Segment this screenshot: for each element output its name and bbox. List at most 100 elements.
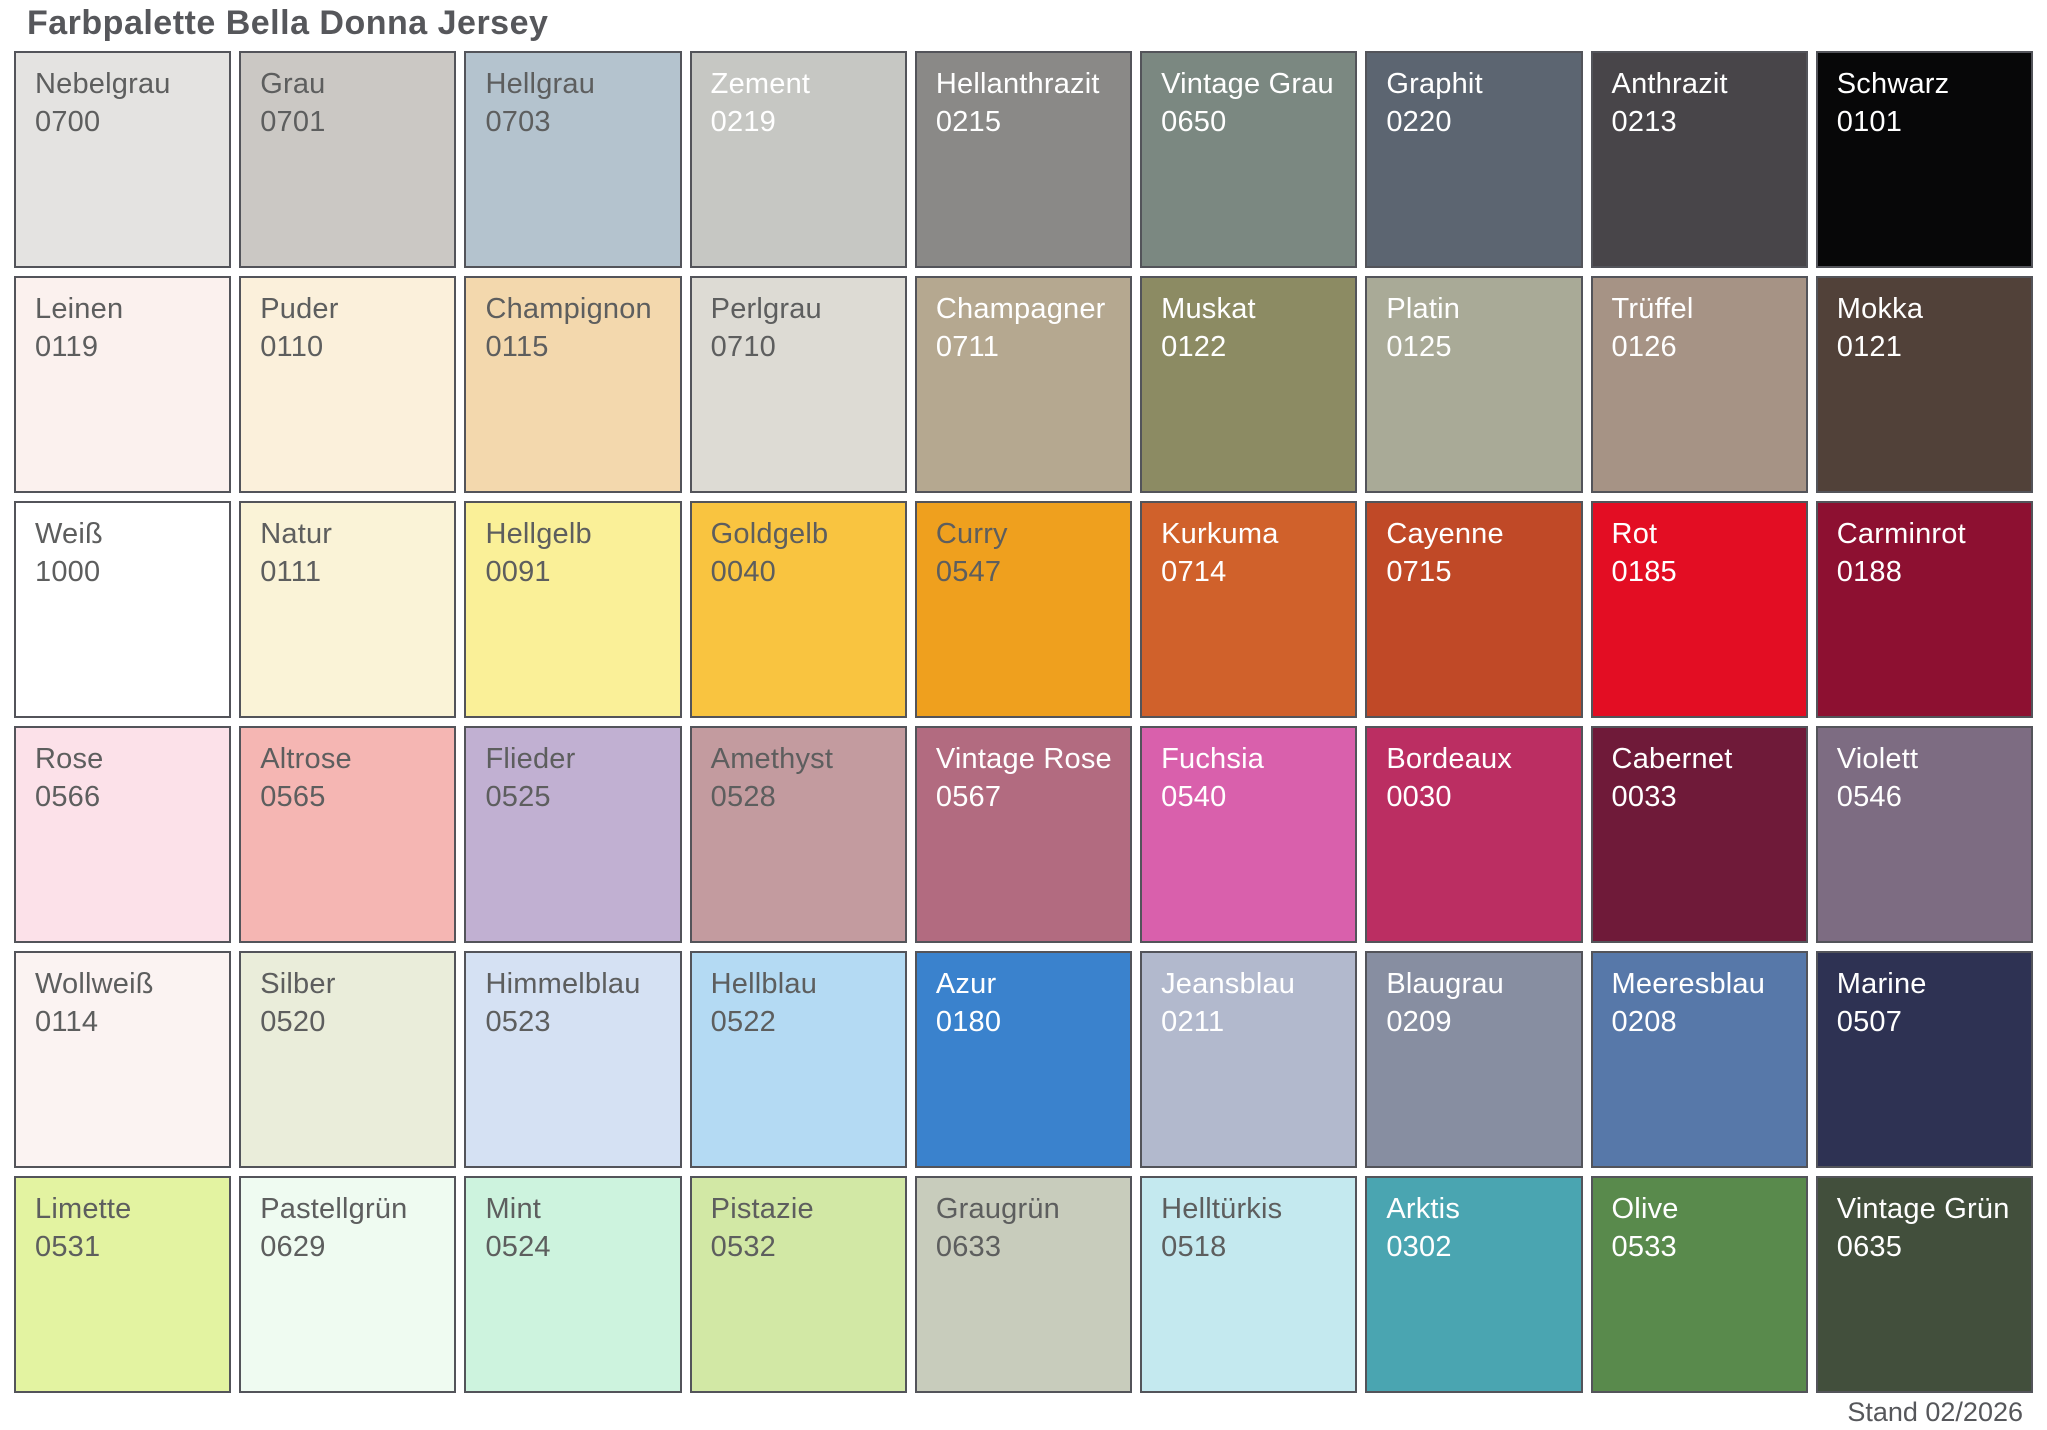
swatch-name: Bordeaux [1386, 740, 1578, 778]
swatch-schwarz: Schwarz0101 [1816, 51, 2033, 268]
swatch-fuchsia: Fuchsia0540 [1140, 726, 1357, 943]
swatch-name: Pistazie [711, 1190, 903, 1228]
swatch-code: 0533 [1612, 1228, 1804, 1266]
swatch-trueffel: Trüffel0126 [1591, 276, 1808, 493]
swatch-code: 0711 [936, 328, 1128, 366]
swatch-kurkuma: Kurkuma0714 [1140, 501, 1357, 718]
swatch-vintage-gruen: Vintage Grün0635 [1816, 1176, 2033, 1393]
swatch-name: Mint [485, 1190, 677, 1228]
swatch-name: Azur [936, 965, 1128, 1003]
swatch-flieder: Flieder0525 [464, 726, 681, 943]
swatch-name: Cayenne [1386, 515, 1578, 553]
swatch-code: 0518 [1161, 1228, 1353, 1266]
swatch-code: 0211 [1161, 1003, 1353, 1041]
swatch-mokka: Mokka0121 [1816, 276, 2033, 493]
swatch-code: 0121 [1837, 328, 2029, 366]
swatch-code: 0101 [1837, 103, 2029, 141]
swatch-code: 0114 [35, 1003, 227, 1041]
swatch-code: 0635 [1837, 1228, 2029, 1266]
swatch-code: 0531 [35, 1228, 227, 1266]
swatch-name: Blaugrau [1386, 965, 1578, 1003]
swatch-name: Helltürkis [1161, 1190, 1353, 1228]
swatch-limette: Limette0531 [14, 1176, 231, 1393]
swatch-name: Kurkuma [1161, 515, 1353, 553]
swatch-name: Altrose [260, 740, 452, 778]
swatch-name: Jeansblau [1161, 965, 1353, 1003]
swatch-name: Violett [1837, 740, 2029, 778]
swatch-olive: Olive0533 [1591, 1176, 1808, 1393]
swatch-name: Nebelgrau [35, 65, 227, 103]
swatch-code: 0213 [1612, 103, 1804, 141]
swatch-name: Zement [711, 65, 903, 103]
swatch-name: Graphit [1386, 65, 1578, 103]
swatch-anthrazit: Anthrazit0213 [1591, 51, 1808, 268]
palette-grid: Nebelgrau0700Grau0701Hellgrau0703Zement0… [0, 51, 2047, 1393]
swatch-graphit: Graphit0220 [1365, 51, 1582, 268]
swatch-weiss: Weiß1000 [14, 501, 231, 718]
footer-date: Stand 02/2026 [0, 1397, 2023, 1428]
swatch-name: Hellblau [711, 965, 903, 1003]
swatch-name: Meeresblau [1612, 965, 1804, 1003]
swatch-name: Vintage Rose [936, 740, 1128, 778]
swatch-name: Anthrazit [1612, 65, 1804, 103]
swatch-code: 0110 [260, 328, 452, 366]
swatch-name: Grau [260, 65, 452, 103]
swatch-code: 0540 [1161, 778, 1353, 816]
swatch-code: 0566 [35, 778, 227, 816]
swatch-code: 0185 [1612, 553, 1804, 591]
swatch-name: Rose [35, 740, 227, 778]
swatch-name: Vintage Grau [1161, 65, 1353, 103]
swatch-code: 0219 [711, 103, 903, 141]
swatch-wollweiss: Wollweiß0114 [14, 951, 231, 1168]
swatch-marine: Marine0507 [1816, 951, 2033, 1168]
swatch-code: 0302 [1386, 1228, 1578, 1266]
swatch-code: 0703 [485, 103, 677, 141]
swatch-code: 0115 [485, 328, 677, 366]
swatch-name: Vintage Grün [1837, 1190, 2029, 1228]
swatch-muskat: Muskat0122 [1140, 276, 1357, 493]
swatch-vintage-grau: Vintage Grau0650 [1140, 51, 1357, 268]
swatch-name: Olive [1612, 1190, 1804, 1228]
swatch-code: 0180 [936, 1003, 1128, 1041]
swatch-name: Fuchsia [1161, 740, 1353, 778]
swatch-code: 0220 [1386, 103, 1578, 141]
swatch-code: 0125 [1386, 328, 1578, 366]
swatch-code: 0209 [1386, 1003, 1578, 1041]
swatch-carminrot: Carminrot0188 [1816, 501, 2033, 718]
swatch-name: Hellgelb [485, 515, 677, 553]
swatch-name: Champagner [936, 290, 1128, 328]
swatch-helltuerkis: Helltürkis0518 [1140, 1176, 1357, 1393]
swatch-code: 0528 [711, 778, 903, 816]
swatch-code: 0546 [1837, 778, 2029, 816]
swatch-platin: Platin0125 [1365, 276, 1582, 493]
swatch-silber: Silber0520 [239, 951, 456, 1168]
swatch-code: 0122 [1161, 328, 1353, 366]
swatch-code: 0520 [260, 1003, 452, 1041]
swatch-champagner: Champagner0711 [915, 276, 1132, 493]
swatch-code: 0700 [35, 103, 227, 141]
swatch-code: 1000 [35, 553, 227, 591]
swatch-code: 0522 [711, 1003, 903, 1041]
swatch-name: Hellgrau [485, 65, 677, 103]
swatch-code: 0567 [936, 778, 1128, 816]
swatch-jeansblau: Jeansblau0211 [1140, 951, 1357, 1168]
swatch-rose: Rose0566 [14, 726, 231, 943]
swatch-name: Champignon [485, 290, 677, 328]
swatch-code: 0633 [936, 1228, 1128, 1266]
swatch-name: Platin [1386, 290, 1578, 328]
swatch-name: Trüffel [1612, 290, 1804, 328]
swatch-name: Cabernet [1612, 740, 1804, 778]
swatch-code: 0030 [1386, 778, 1578, 816]
swatch-code: 0532 [711, 1228, 903, 1266]
swatch-name: Flieder [485, 740, 677, 778]
swatch-code: 0033 [1612, 778, 1804, 816]
swatch-name: Puder [260, 290, 452, 328]
swatch-name: Amethyst [711, 740, 903, 778]
swatch-name: Schwarz [1837, 65, 2029, 103]
swatch-graugruen: Graugrün0633 [915, 1176, 1132, 1393]
swatch-code: 0547 [936, 553, 1128, 591]
swatch-himmelblau: Himmelblau0523 [464, 951, 681, 1168]
swatch-code: 0208 [1612, 1003, 1804, 1041]
swatch-name: Goldgelb [711, 515, 903, 553]
swatch-name: Hellanthrazit [936, 65, 1128, 103]
